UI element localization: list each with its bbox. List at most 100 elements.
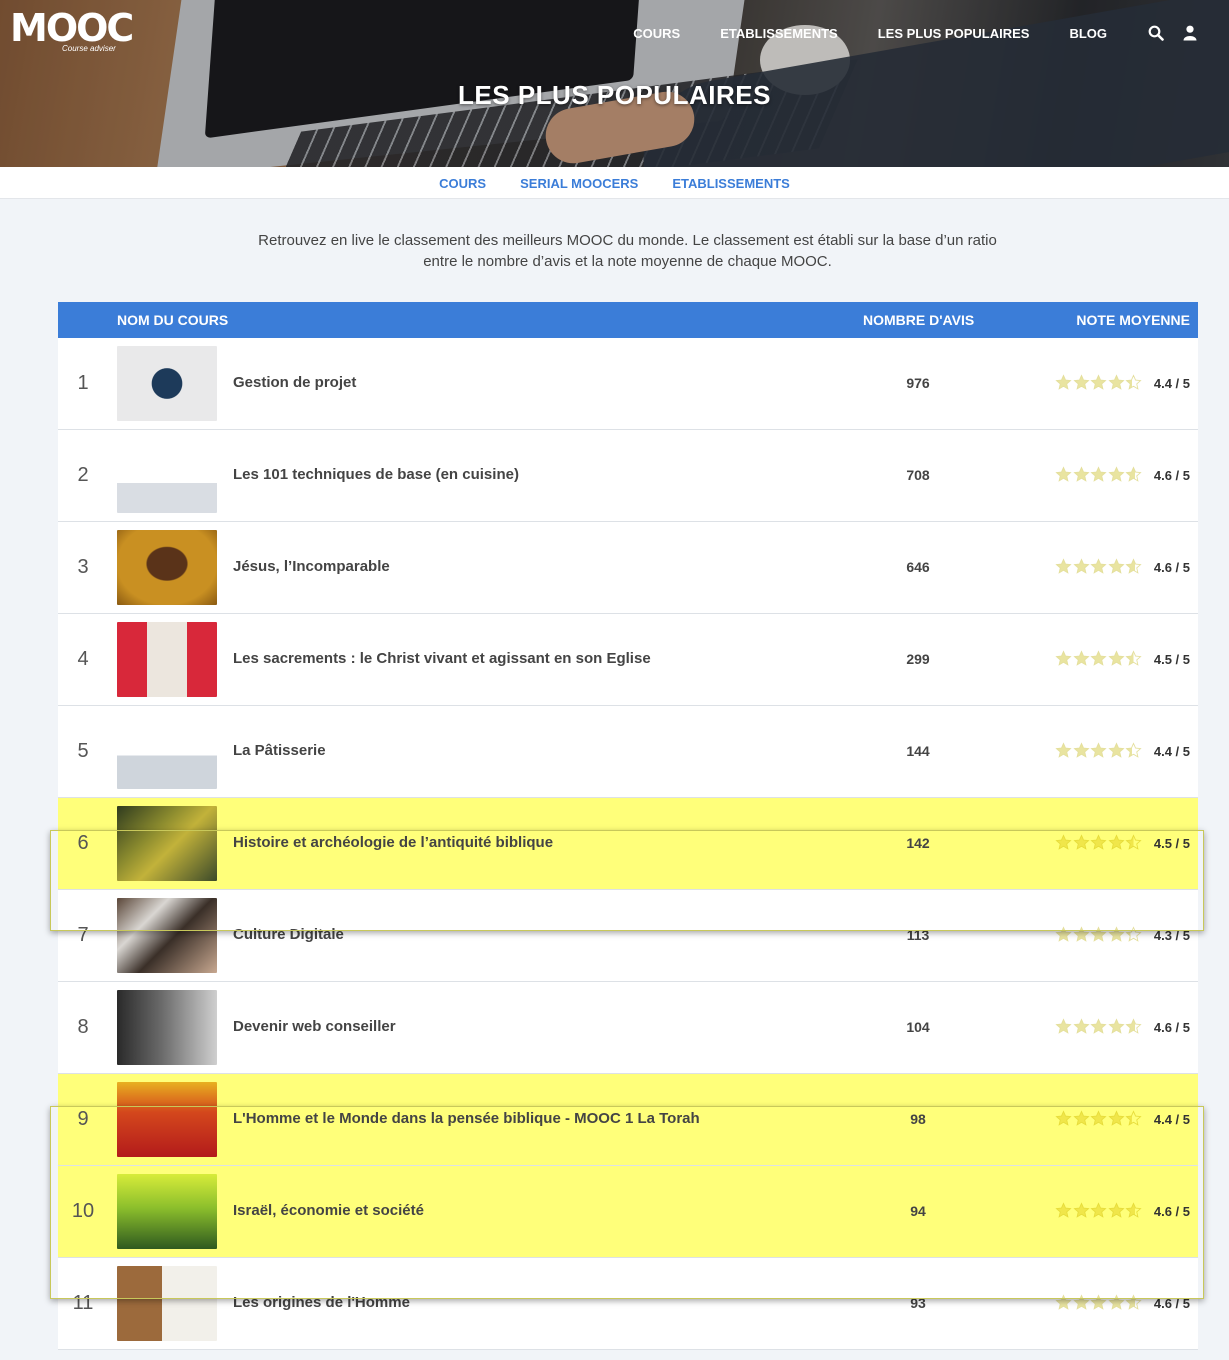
star-icon	[1072, 374, 1090, 390]
star-icon	[1107, 558, 1125, 574]
nav-item-populaires[interactable]: LES PLUS POPULAIRES	[878, 26, 1030, 41]
star-icon	[1055, 558, 1072, 574]
nav-item-etablissements[interactable]: ETABLISSEMENTS	[720, 26, 838, 41]
review-count: 646	[906, 559, 930, 575]
table-row[interactable]: 6 Histoire et archéologie de l’antiquité…	[58, 798, 1198, 890]
course-thumbnail[interactable]	[117, 714, 217, 789]
row-rank: 1	[77, 372, 89, 394]
row-rank: 4	[77, 648, 89, 670]
course-name[interactable]: Devenir web conseiller	[233, 1018, 396, 1035]
course-thumbnail[interactable]	[117, 990, 217, 1065]
row-rank: 10	[71, 1200, 95, 1222]
review-count: 113	[906, 927, 930, 943]
course-name[interactable]: Les origines de l'Homme	[233, 1294, 410, 1311]
star-icon	[1072, 742, 1090, 758]
course-thumbnail[interactable]	[117, 1082, 217, 1157]
star-icon	[1125, 374, 1142, 390]
col-header-rating[interactable]: NOTE MOYENNE	[1076, 312, 1190, 328]
table-row[interactable]: 1 Gestion de projet 976 4.4 / 5	[58, 338, 1198, 430]
course-name[interactable]: L'Homme et le Monde dans la pensée bibli…	[233, 1110, 700, 1127]
course-name[interactable]: Les sacrements : le Christ vivant et agi…	[233, 650, 651, 667]
logo-text: MOOC	[10, 6, 134, 50]
star-icon	[1090, 1202, 1107, 1218]
user-icon[interactable]	[1181, 24, 1199, 42]
star-rating	[1055, 834, 1143, 851]
course-name[interactable]: La Pâtisserie	[233, 742, 326, 759]
star-icon	[1107, 834, 1125, 850]
course-name[interactable]: Histoire et archéologie de l’antiquité b…	[233, 834, 553, 851]
star-icon	[1090, 1110, 1107, 1126]
rating-value: 4.6 / 5	[1153, 1020, 1190, 1035]
course-thumbnail[interactable]	[117, 530, 217, 605]
row-rank: 11	[72, 1292, 94, 1314]
star-icon	[1072, 1294, 1090, 1310]
review-count: 142	[906, 835, 930, 851]
site-logo[interactable]: MOOC Course adviser	[10, 6, 134, 53]
ranking-table: NOM DU COURS NOMBRE D'AVIS NOTE MOYENNE …	[50, 302, 1204, 1350]
table-row[interactable]: 2 Les 101 techniques de base (en cuisine…	[58, 430, 1198, 522]
logo-tagline: Course adviser	[62, 44, 116, 53]
page-title: LES PLUS POPULAIRES	[458, 80, 771, 110]
rating-value: 4.4 / 5	[1153, 376, 1190, 391]
table-row[interactable]: 10 Israël, économie et société 94 4.6 / …	[58, 1166, 1198, 1258]
table-row[interactable]: 8 Devenir web conseiller 104 4.6 / 5	[58, 982, 1198, 1074]
star-icon	[1090, 834, 1107, 850]
col-header-count[interactable]: NOMBRE D'AVIS	[863, 312, 974, 328]
review-count: 104	[906, 1019, 930, 1035]
table-row[interactable]: 3 Jésus, l’Incomparable 646 4.6 / 5	[58, 522, 1198, 614]
table-row[interactable]: 11 Les origines de l'Homme 93 4.6 / 5	[58, 1258, 1198, 1350]
table-row[interactable]: 7 Culture Digitale 113 4.3 / 5	[58, 890, 1198, 982]
star-icon	[1125, 466, 1142, 482]
star-rating	[1055, 1110, 1143, 1127]
course-name[interactable]: Les 101 techniques de base (en cuisine)	[233, 466, 519, 483]
intro-text: Retrouvez en live le classement des meil…	[258, 232, 997, 270]
star-icon	[1055, 1110, 1072, 1126]
star-icon	[1125, 1110, 1142, 1126]
ranking-tabs: COURS SERIAL MOOCERS ETABLISSEMENTS	[0, 167, 1229, 199]
course-thumbnail[interactable]	[117, 622, 217, 697]
course-thumbnail[interactable]	[117, 438, 217, 513]
row-rank: 5	[77, 740, 89, 762]
course-thumbnail[interactable]	[117, 1174, 217, 1249]
star-icon	[1107, 742, 1125, 758]
star-rating	[1055, 1018, 1143, 1035]
row-rank: 6	[77, 832, 89, 854]
course-name[interactable]: Culture Digitale	[233, 926, 344, 943]
star-icon	[1107, 374, 1125, 390]
tab-serial-moocers[interactable]: SERIAL MOOCERS	[520, 167, 638, 198]
star-icon	[1072, 1110, 1090, 1126]
star-icon	[1125, 926, 1142, 942]
nav-item-blog[interactable]: BLOG	[1069, 26, 1107, 41]
star-icon	[1055, 650, 1072, 666]
col-header-name[interactable]: NOM DU COURS	[117, 312, 228, 328]
course-name[interactable]: Jésus, l’Incomparable	[233, 558, 390, 575]
nav-item-cours[interactable]: COURS	[633, 26, 680, 41]
review-count: 144	[906, 743, 930, 759]
star-icon	[1055, 1202, 1072, 1218]
table-row[interactable]: 9 L'Homme et le Monde dans la pensée bib…	[58, 1074, 1198, 1166]
star-icon	[1125, 650, 1142, 666]
star-rating	[1055, 742, 1143, 759]
course-thumbnail[interactable]	[117, 1266, 217, 1341]
tab-cours[interactable]: COURS	[439, 167, 486, 198]
star-icon	[1090, 1294, 1107, 1310]
table-row[interactable]: 4 Les sacrements : le Christ vivant et a…	[58, 614, 1198, 706]
review-count: 94	[910, 1203, 926, 1219]
course-name[interactable]: Gestion de projet	[233, 374, 356, 391]
course-thumbnail[interactable]	[117, 806, 217, 881]
table-body: 1 Gestion de projet 976 4.4 / 5 2 Les 10…	[58, 338, 1198, 1350]
star-rating	[1055, 1294, 1143, 1311]
tab-etablissements[interactable]: ETABLISSEMENTS	[672, 167, 790, 198]
course-name[interactable]: Israël, économie et société	[233, 1202, 424, 1219]
row-rank: 2	[77, 464, 89, 486]
star-icon	[1055, 466, 1072, 482]
table-row[interactable]: 5 La Pâtisserie 144 4.4 / 5	[58, 706, 1198, 798]
star-icon	[1107, 650, 1125, 666]
course-thumbnail[interactable]	[117, 346, 217, 421]
row-rank: 3	[77, 556, 89, 578]
rating-value: 4.6 / 5	[1153, 1204, 1190, 1219]
course-thumbnail[interactable]	[117, 898, 217, 973]
star-rating	[1055, 650, 1143, 667]
search-icon[interactable]	[1147, 24, 1165, 42]
rating-value: 4.3 / 5	[1153, 928, 1190, 943]
